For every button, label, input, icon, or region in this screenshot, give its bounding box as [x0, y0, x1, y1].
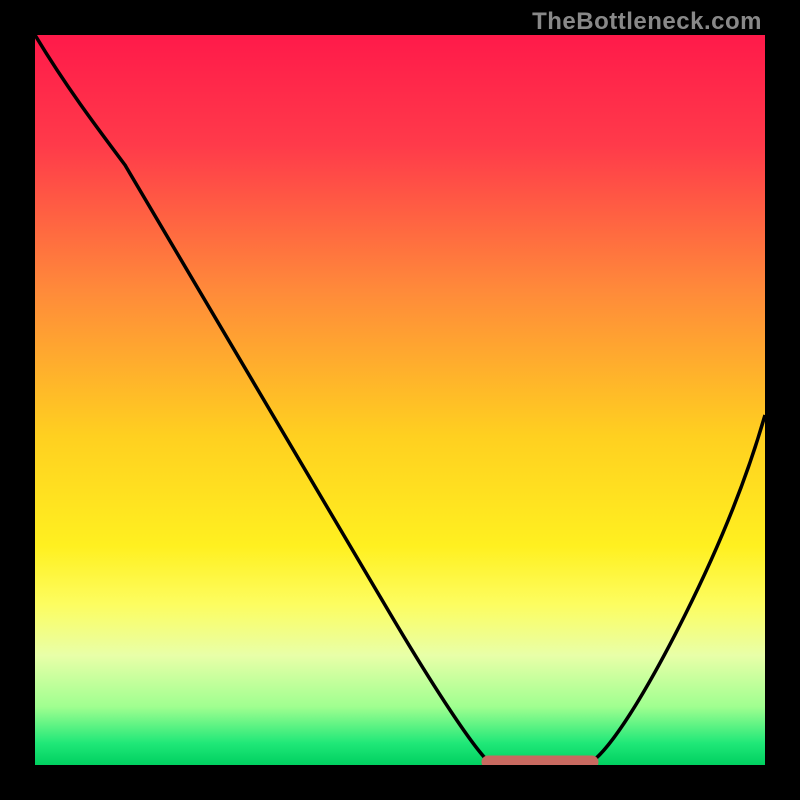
plot-area — [35, 35, 765, 765]
bottleneck-curve — [35, 35, 765, 763]
curve-layer — [35, 35, 765, 765]
chart-container: TheBottleneck.com — [0, 0, 800, 800]
watermark-text: TheBottleneck.com — [532, 8, 762, 36]
